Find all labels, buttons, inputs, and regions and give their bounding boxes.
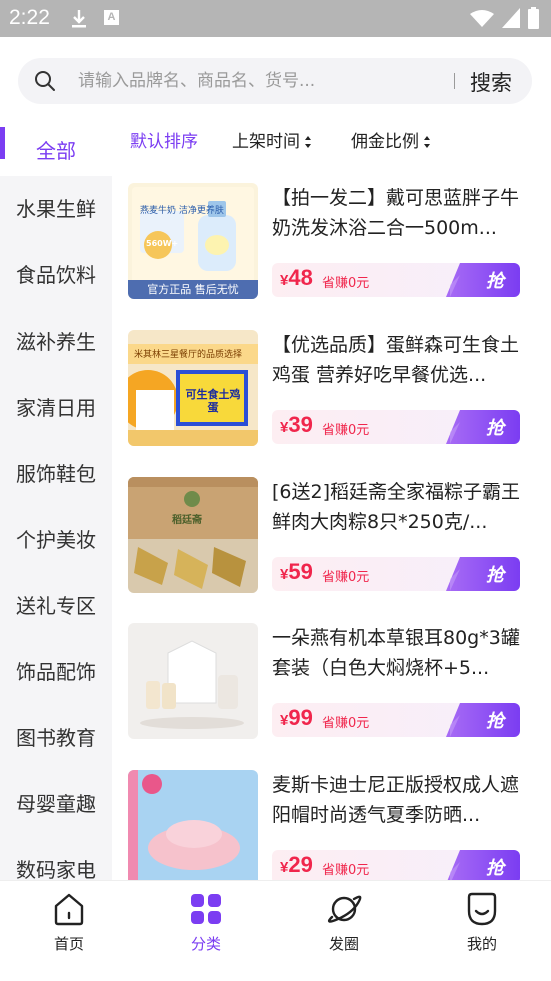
product-title: 【拍一发二】戴可思蓝胖子牛奶洗发沐浴二合一500m... bbox=[272, 187, 520, 239]
search-button[interactable]: 搜索 bbox=[470, 67, 512, 97]
price-bar: ¥99 省赚0元 抢 bbox=[272, 703, 520, 737]
grab-button-bg bbox=[446, 410, 520, 444]
price-bar: ¥48 省赚0元 抢 bbox=[272, 263, 520, 297]
sidebar-item-household[interactable]: 家清日用 bbox=[0, 375, 112, 441]
active-indicator bbox=[0, 127, 5, 159]
signal-icon bbox=[502, 8, 520, 28]
earn-text: 省赚0元 bbox=[322, 276, 370, 291]
product-price: ¥59 bbox=[280, 559, 313, 585]
product-image bbox=[128, 623, 258, 739]
product-image: 稻廷斋 bbox=[128, 477, 258, 593]
price-bar: ¥59 省赚0元 抢 bbox=[272, 557, 520, 591]
product-card[interactable]: 麦斯卡迪士尼正版授权成人遮阳帽时尚透气夏季防晒... ¥29 省赚0元 抢 bbox=[128, 770, 538, 880]
product-card[interactable]: 米其林三星餐厅的品质选择 可生食土鸡蛋 【优选品质】蛋鲜森可生食土鸡蛋 营养好吃… bbox=[128, 330, 538, 448]
earn-text: 省赚0元 bbox=[322, 863, 370, 878]
sidebar-item-all[interactable]: 全部 bbox=[0, 118, 112, 176]
price-value: 99 bbox=[288, 705, 313, 730]
download-icon bbox=[72, 10, 86, 28]
nav-label: 分类 bbox=[190, 935, 221, 953]
price-bar: ¥39 省赚0元 抢 bbox=[272, 410, 520, 444]
product-image: 米其林三星餐厅的品质选择 可生食土鸡蛋 bbox=[128, 330, 258, 446]
category-icon bbox=[191, 894, 221, 924]
search-divider bbox=[454, 73, 455, 89]
wifi-icon bbox=[470, 10, 494, 27]
sort-commission[interactable]: 佣金比例 bbox=[351, 127, 431, 152]
product-title: 一朵燕有机本草银耳80g*3罐套装（白色大焖烧杯+5... bbox=[272, 627, 520, 679]
sidebar-item-apparel[interactable]: 服饰鞋包 bbox=[0, 441, 112, 507]
sort-arrows-icon bbox=[424, 136, 430, 148]
product-card[interactable]: 燕麦牛奶 洁净更养肤 560W+ 官方正品 售后无忧 【拍一发二】戴可思蓝胖子牛… bbox=[128, 183, 538, 301]
nav-moments[interactable]: 发圈 bbox=[299, 891, 389, 954]
sidebar-item-health[interactable]: 滋补养生 bbox=[0, 309, 112, 375]
nav-label: 发圈 bbox=[328, 935, 359, 953]
sort-default[interactable]: 默认排序 bbox=[130, 127, 198, 152]
price-value: 39 bbox=[288, 412, 313, 437]
sort-time[interactable]: 上架时间 bbox=[232, 127, 312, 152]
search-input[interactable] bbox=[78, 58, 448, 104]
home-icon bbox=[54, 893, 84, 926]
grab-button[interactable]: 抢 bbox=[486, 854, 504, 880]
product-price: ¥29 bbox=[280, 852, 313, 878]
grab-button[interactable]: 抢 bbox=[486, 561, 504, 587]
product-card[interactable]: 稻廷斋 [6送2]稻廷斋全家福粽子霸王鲜肉大肉粽8只*250克/... ¥59 … bbox=[128, 477, 538, 595]
grab-button-bg bbox=[447, 850, 520, 880]
search-bar: 搜索 bbox=[18, 58, 532, 104]
grab-button[interactable]: 抢 bbox=[486, 707, 504, 733]
price-value: 29 bbox=[288, 852, 313, 877]
nav-label: 我的 bbox=[466, 935, 497, 953]
product-image-banner: 米其林三星餐厅的品质选择 bbox=[134, 350, 243, 360]
product-image-badge-number: 560W+ bbox=[146, 239, 179, 248]
product-title: 【优选品质】蛋鲜森可生食土鸡蛋 营养好吃早餐优选... bbox=[272, 334, 520, 386]
sidebar-item-gifts[interactable]: 送礼专区 bbox=[0, 573, 112, 639]
price-value: 59 bbox=[288, 559, 313, 584]
sidebar-item-books[interactable]: 图书教育 bbox=[0, 705, 112, 771]
category-sidebar: 全部 水果生鲜 食品饮料 滋补养生 家清日用 服饰鞋包 个护美妆 送礼专区 饰品… bbox=[0, 118, 112, 880]
bottom-nav: 首页 分类 发圈 我的 bbox=[0, 880, 551, 981]
nav-home[interactable]: 首页 bbox=[24, 891, 114, 954]
product-price: ¥48 bbox=[280, 265, 313, 291]
a-icon: A bbox=[104, 10, 119, 25]
sidebar-item-beauty[interactable]: 个护美妆 bbox=[0, 507, 112, 573]
sort-commission-label: 佣金比例 bbox=[351, 132, 419, 152]
price-value: 48 bbox=[288, 265, 313, 290]
earn-text: 省赚0元 bbox=[322, 716, 370, 731]
product-image bbox=[128, 770, 258, 880]
sidebar-item-food[interactable]: 食品饮料 bbox=[0, 242, 112, 308]
product-image: 燕麦牛奶 洁净更养肤 560W+ 官方正品 售后无忧 bbox=[128, 183, 258, 299]
earn-text: 省赚0元 bbox=[322, 570, 370, 585]
product-price: ¥99 bbox=[280, 705, 313, 731]
sort-arrows-icon bbox=[305, 136, 311, 148]
product-image-box-text: 稻廷斋 bbox=[172, 515, 202, 526]
profile-icon bbox=[467, 892, 497, 926]
sidebar-item-baby[interactable]: 母婴童趣 bbox=[0, 771, 112, 837]
product-image-badge: 官方正品 售后无忧 bbox=[147, 283, 239, 296]
product-price: ¥39 bbox=[280, 412, 313, 438]
grab-button-bg bbox=[446, 263, 520, 297]
planet-icon bbox=[327, 895, 362, 923]
sidebar-item-fruit[interactable]: 水果生鲜 bbox=[0, 176, 112, 242]
search-icon bbox=[35, 71, 55, 91]
sidebar-item-label: 全部 bbox=[36, 139, 76, 163]
product-image-box-text: 可生食土鸡蛋 bbox=[185, 388, 241, 414]
product-title: 麦斯卡迪士尼正版授权成人遮阳帽时尚透气夏季防晒... bbox=[272, 774, 520, 826]
status-bar: 2:22 A bbox=[0, 0, 551, 37]
earn-text: 省赚0元 bbox=[322, 423, 370, 438]
product-title: [6送2]稻廷斋全家福粽子霸王鲜肉大肉粽8只*250克/... bbox=[272, 481, 521, 533]
grab-button-bg bbox=[446, 703, 520, 737]
status-time: 2:22 bbox=[9, 6, 50, 29]
battery-icon bbox=[528, 7, 539, 29]
sidebar-item-accessories[interactable]: 饰品配饰 bbox=[0, 639, 112, 705]
product-card[interactable]: 一朵燕有机本草银耳80g*3罐套装（白色大焖烧杯+5... ¥99 省赚0元 抢 bbox=[128, 623, 538, 741]
grab-button-bg bbox=[446, 557, 520, 591]
grab-button[interactable]: 抢 bbox=[486, 414, 504, 440]
product-image-label: 燕麦牛奶 洁净更养肤 bbox=[140, 206, 224, 216]
sidebar-item-digital[interactable]: 数码家电 bbox=[0, 837, 112, 880]
grab-button[interactable]: 抢 bbox=[486, 267, 504, 293]
price-bar: ¥29 省赚0元 抢 bbox=[272, 850, 520, 880]
nav-category[interactable]: 分类 bbox=[161, 891, 251, 954]
nav-label: 首页 bbox=[53, 935, 84, 953]
nav-profile[interactable]: 我的 bbox=[437, 891, 527, 954]
sort-time-label: 上架时间 bbox=[232, 132, 300, 152]
